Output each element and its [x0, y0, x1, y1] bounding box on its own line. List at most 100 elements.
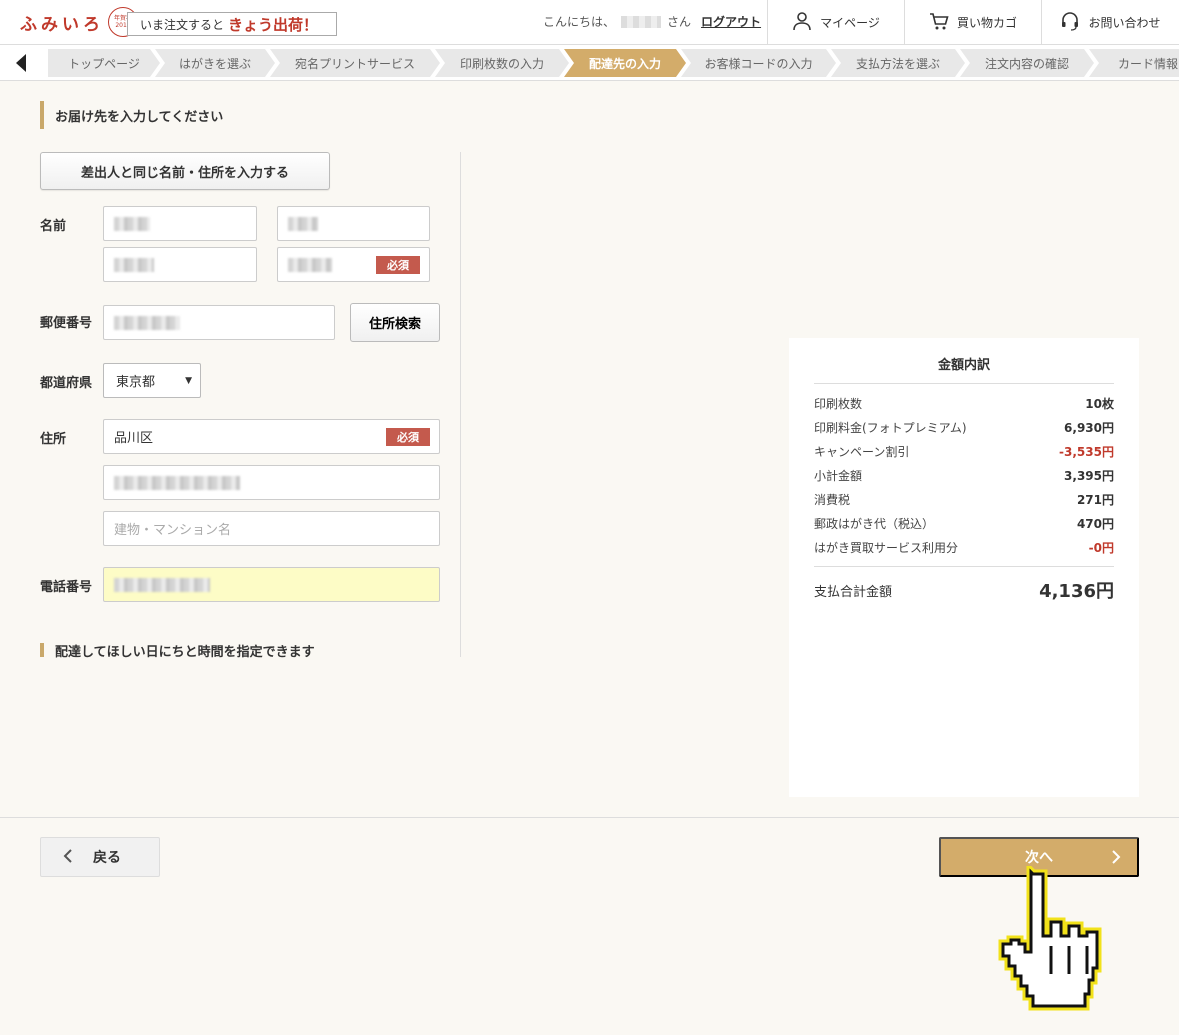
summary-row-label: はがき買取サービス利用分: [814, 541, 959, 555]
footer-divider: [0, 817, 1179, 818]
required-badge: 必須: [386, 428, 430, 446]
summary-row-value: 470円: [1076, 517, 1114, 531]
step-label: 印刷枚数の入力: [459, 56, 544, 71]
hand-pointer-cursor-icon: [998, 866, 1102, 1011]
step-label: 宛名プリントサービス: [294, 56, 415, 71]
summary-row-label: 小計金額: [814, 469, 863, 483]
nav-mypage[interactable]: マイページ: [767, 0, 904, 44]
price-summary-panel: 金額内訳 印刷枚数 10枚 印刷料金(フォトプレミアム) 6,930円 キャンペーン…: [789, 338, 1139, 797]
building-input[interactable]: 建物・マンション名: [103, 511, 440, 546]
blurred-value: [114, 257, 154, 272]
phone-input[interactable]: [103, 567, 440, 602]
summary-row: 印刷料金(フォトプレミアム) 6,930円: [814, 419, 1114, 436]
user-icon: [792, 11, 812, 34]
last-name-kana-input[interactable]: [103, 247, 257, 282]
nav-mypage-label: マイページ: [820, 15, 880, 30]
city-input[interactable]: 品川区 必須: [103, 419, 440, 454]
shipping-promo-banner: いま注文すると きょう出荷！: [127, 12, 337, 36]
logout-link[interactable]: ログアウト: [701, 13, 761, 30]
breadcrumb-back-arrow[interactable]: [0, 45, 42, 80]
summary-row-value: -0円: [1088, 541, 1114, 555]
back-button-label: 戻る: [93, 849, 121, 865]
step-label: はがきを選ぶ: [178, 56, 251, 71]
greeting-suffix: さん: [667, 15, 692, 29]
summary-row-label: 消費税: [814, 493, 851, 507]
copy-sender-address-button[interactable]: 差出人と同じ名前・住所を入力する: [40, 152, 330, 190]
step-address-print[interactable]: 宛名プリントサービス: [270, 49, 440, 77]
blurred-value: [114, 216, 150, 231]
order-steps-breadcrumb: トップページ はがきを選ぶ 宛名プリントサービス 印刷枚数の入力 配達先の入力 …: [0, 45, 1179, 81]
name-label: 名前: [40, 219, 67, 234]
summary-row: 小計金額 3,395円: [814, 467, 1114, 484]
nav-contact[interactable]: お問い合わせ: [1041, 0, 1179, 44]
step-customer-code[interactable]: お客様コードの入力: [681, 49, 836, 77]
summary-row-label: 印刷料金(フォトプレミアム): [814, 421, 967, 435]
back-button[interactable]: 戻る: [40, 837, 160, 877]
summary-row-value: 3,395円: [1064, 469, 1114, 483]
caret-left-icon: [16, 54, 26, 72]
prefecture-select[interactable]: 東京都 ▼: [103, 363, 201, 398]
summary-row-label: 郵政はがき代（税込）: [814, 517, 935, 531]
summary-row-value: 6,930円: [1064, 421, 1114, 435]
city-value: 品川区: [114, 431, 154, 446]
headset-icon: [1060, 11, 1080, 34]
step-top-page[interactable]: トップページ: [48, 49, 160, 77]
logo-text: ふみいろ: [20, 14, 104, 35]
total-value: 4,136円: [1039, 581, 1114, 602]
nav-cart-label: 買い物カゴ: [956, 15, 1017, 30]
first-name-input[interactable]: [277, 206, 430, 241]
first-name-kana-input[interactable]: 必須: [277, 247, 430, 282]
street-address-input[interactable]: [103, 465, 440, 500]
summary-row-label: キャンペーン割引: [814, 445, 910, 459]
step-delivery-address[interactable]: 配達先の入力: [564, 49, 686, 77]
last-name-input[interactable]: [103, 206, 257, 241]
step-label: 配達先の入力: [588, 56, 661, 71]
blurred-value: [288, 216, 318, 231]
address-search-button[interactable]: 住所検索: [350, 303, 440, 342]
postal-code-input[interactable]: [103, 305, 335, 340]
column-divider: [460, 152, 461, 657]
prefecture-value: 東京都: [116, 375, 156, 390]
summary-row-value: -3,535円: [1059, 445, 1114, 459]
greeting-prefix: こんにちは、: [543, 15, 616, 29]
step-label: 注文内容の確認: [984, 56, 1069, 71]
summary-row: 印刷枚数 10枚: [814, 395, 1114, 412]
summary-total: 支払合計金額 4,136円: [814, 577, 1114, 603]
prefecture-label: 都道府県: [40, 376, 93, 391]
step-label: 支払方法を選ぶ: [855, 56, 940, 71]
nav-cart[interactable]: 買い物カゴ: [904, 0, 1041, 44]
step-choose-postcard[interactable]: はがきを選ぶ: [155, 49, 275, 77]
blurred-value: [114, 475, 240, 490]
summary-row: 消費税 271円: [814, 491, 1114, 508]
site-logo[interactable]: ふみいろ 年賀状 2018: [20, 6, 138, 38]
blurred-value: [288, 257, 332, 272]
step-order-confirm[interactable]: 注文内容の確認: [960, 49, 1094, 77]
step-label: お客様コードの入力: [704, 56, 813, 71]
site-header: ふみいろ 年賀状 2018 いま注文すると きょう出荷！ こんにちは、 さん ロ…: [0, 0, 1179, 45]
summary-row-label: 印刷枚数: [814, 397, 863, 411]
phone-label: 電話番号: [40, 580, 93, 595]
address-label: 住所: [40, 432, 67, 447]
summary-row: はがき買取サービス利用分 -0円: [814, 539, 1114, 556]
nav-contact-label: お問い合わせ: [1088, 15, 1161, 30]
postal-code-label: 郵便番号: [40, 316, 93, 331]
user-greeting: こんにちは、 さん ログアウト: [543, 13, 761, 30]
delivery-form-heading: お届け先を入力してください: [40, 101, 223, 129]
promo-highlight: きょう出荷！: [228, 15, 319, 34]
blurred-value: [114, 577, 210, 592]
summary-row-value: 10枚: [1085, 397, 1114, 411]
cart-icon: [929, 11, 949, 34]
building-placeholder: 建物・マンション名: [114, 523, 232, 538]
required-badge: 必須: [376, 256, 420, 274]
total-label: 支払合計金額: [814, 584, 893, 600]
step-label: カード情報の: [1117, 56, 1178, 71]
dropdown-arrow-icon: ▼: [185, 376, 192, 386]
summary-row: 郵政はがき代（税込） 470円: [814, 515, 1114, 532]
next-button-label: 次へ: [1025, 849, 1053, 865]
chevron-left-icon: [63, 848, 73, 866]
step-print-quantity[interactable]: 印刷枚数の入力: [435, 49, 569, 77]
step-payment-method[interactable]: 支払方法を選ぶ: [831, 49, 965, 77]
blurred-value: [114, 315, 180, 330]
step-card-info[interactable]: カード情報の: [1089, 49, 1179, 77]
summary-divider: [814, 383, 1114, 384]
